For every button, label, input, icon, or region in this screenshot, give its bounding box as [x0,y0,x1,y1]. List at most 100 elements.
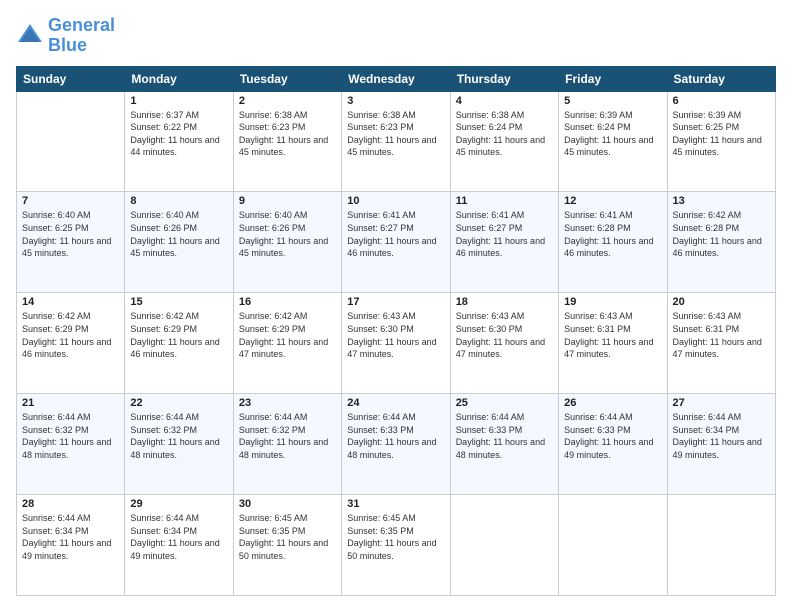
sunrise-label: Sunrise: 6:43 AM [673,311,742,321]
cell-content: Sunrise: 6:45 AM Sunset: 6:35 PM Dayligh… [239,512,336,562]
daylight-label: Daylight: 11 hours and 49 minutes. [564,437,653,460]
sunrise-label: Sunrise: 6:44 AM [22,412,91,422]
daylight-label: Daylight: 11 hours and 46 minutes. [130,337,219,360]
calendar-cell: 8 Sunrise: 6:40 AM Sunset: 6:26 PM Dayli… [125,192,233,293]
cell-content: Sunrise: 6:44 AM Sunset: 6:34 PM Dayligh… [130,512,227,562]
calendar-cell: 2 Sunrise: 6:38 AM Sunset: 6:23 PM Dayli… [233,91,341,192]
sunset-label: Sunset: 6:33 PM [564,425,631,435]
sunset-label: Sunset: 6:25 PM [673,122,740,132]
calendar-cell: 11 Sunrise: 6:41 AM Sunset: 6:27 PM Dayl… [450,192,558,293]
daylight-label: Daylight: 11 hours and 44 minutes. [130,135,219,158]
cell-content: Sunrise: 6:37 AM Sunset: 6:22 PM Dayligh… [130,109,227,159]
cell-content: Sunrise: 6:41 AM Sunset: 6:28 PM Dayligh… [564,209,661,259]
sunrise-label: Sunrise: 6:44 AM [347,412,416,422]
sunset-label: Sunset: 6:22 PM [130,122,197,132]
sunrise-label: Sunrise: 6:44 AM [130,412,199,422]
sunrise-label: Sunrise: 6:45 AM [347,513,416,523]
calendar-cell: 19 Sunrise: 6:43 AM Sunset: 6:31 PM Dayl… [559,293,667,394]
cell-content: Sunrise: 6:44 AM Sunset: 6:32 PM Dayligh… [239,411,336,461]
sunrise-label: Sunrise: 6:37 AM [130,110,199,120]
cell-content: Sunrise: 6:39 AM Sunset: 6:24 PM Dayligh… [564,109,661,159]
sunrise-label: Sunrise: 6:43 AM [564,311,633,321]
weekday-header-row: SundayMondayTuesdayWednesdayThursdayFrid… [17,66,776,91]
sunset-label: Sunset: 6:27 PM [347,223,414,233]
day-number: 18 [456,296,553,308]
week-row-3: 14 Sunrise: 6:42 AM Sunset: 6:29 PM Dayl… [17,293,776,394]
sunset-label: Sunset: 6:31 PM [564,324,631,334]
sunset-label: Sunset: 6:25 PM [22,223,89,233]
day-number: 13 [673,195,770,207]
calendar-cell: 30 Sunrise: 6:45 AM Sunset: 6:35 PM Dayl… [233,495,341,596]
cell-content: Sunrise: 6:41 AM Sunset: 6:27 PM Dayligh… [456,209,553,259]
day-number: 9 [239,195,336,207]
day-number: 3 [347,95,444,107]
day-number: 22 [130,397,227,409]
sunrise-label: Sunrise: 6:41 AM [347,210,416,220]
calendar-cell: 9 Sunrise: 6:40 AM Sunset: 6:26 PM Dayli… [233,192,341,293]
cell-content: Sunrise: 6:38 AM Sunset: 6:23 PM Dayligh… [239,109,336,159]
daylight-label: Daylight: 11 hours and 47 minutes. [673,337,762,360]
day-number: 10 [347,195,444,207]
day-number: 26 [564,397,661,409]
sunrise-label: Sunrise: 6:39 AM [673,110,742,120]
daylight-label: Daylight: 11 hours and 48 minutes. [22,437,111,460]
cell-content: Sunrise: 6:43 AM Sunset: 6:31 PM Dayligh… [564,310,661,360]
weekday-header-sunday: Sunday [17,66,125,91]
cell-content: Sunrise: 6:43 AM Sunset: 6:30 PM Dayligh… [456,310,553,360]
day-number: 30 [239,498,336,510]
cell-content: Sunrise: 6:44 AM Sunset: 6:32 PM Dayligh… [130,411,227,461]
daylight-label: Daylight: 11 hours and 45 minutes. [347,135,436,158]
daylight-label: Daylight: 11 hours and 49 minutes. [130,538,219,561]
sunrise-label: Sunrise: 6:41 AM [456,210,525,220]
sunset-label: Sunset: 6:34 PM [22,526,89,536]
weekday-header-monday: Monday [125,66,233,91]
calendar-cell: 3 Sunrise: 6:38 AM Sunset: 6:23 PM Dayli… [342,91,450,192]
calendar-cell [559,495,667,596]
cell-content: Sunrise: 6:44 AM Sunset: 6:34 PM Dayligh… [22,512,119,562]
week-row-2: 7 Sunrise: 6:40 AM Sunset: 6:25 PM Dayli… [17,192,776,293]
day-number: 20 [673,296,770,308]
sunrise-label: Sunrise: 6:40 AM [130,210,199,220]
cell-content: Sunrise: 6:44 AM Sunset: 6:32 PM Dayligh… [22,411,119,461]
sunrise-label: Sunrise: 6:44 AM [22,513,91,523]
cell-content: Sunrise: 6:43 AM Sunset: 6:31 PM Dayligh… [673,310,770,360]
sunrise-label: Sunrise: 6:38 AM [456,110,525,120]
cell-content: Sunrise: 6:44 AM Sunset: 6:34 PM Dayligh… [673,411,770,461]
calendar-cell [17,91,125,192]
sunset-label: Sunset: 6:33 PM [347,425,414,435]
sunrise-label: Sunrise: 6:44 AM [564,412,633,422]
sunset-label: Sunset: 6:32 PM [239,425,306,435]
day-number: 19 [564,296,661,308]
daylight-label: Daylight: 11 hours and 47 minutes. [456,337,545,360]
weekday-header-saturday: Saturday [667,66,775,91]
day-number: 7 [22,195,119,207]
day-number: 28 [22,498,119,510]
calendar-cell [450,495,558,596]
calendar-cell: 25 Sunrise: 6:44 AM Sunset: 6:33 PM Dayl… [450,394,558,495]
day-number: 17 [347,296,444,308]
sunrise-label: Sunrise: 6:39 AM [564,110,633,120]
weekday-header-wednesday: Wednesday [342,66,450,91]
cell-content: Sunrise: 6:40 AM Sunset: 6:26 PM Dayligh… [239,209,336,259]
sunrise-label: Sunrise: 6:44 AM [239,412,308,422]
calendar-cell: 21 Sunrise: 6:44 AM Sunset: 6:32 PM Dayl… [17,394,125,495]
sunset-label: Sunset: 6:28 PM [673,223,740,233]
day-number: 15 [130,296,227,308]
week-row-5: 28 Sunrise: 6:44 AM Sunset: 6:34 PM Dayl… [17,495,776,596]
sunrise-label: Sunrise: 6:41 AM [564,210,633,220]
sunrise-label: Sunrise: 6:44 AM [130,513,199,523]
cell-content: Sunrise: 6:40 AM Sunset: 6:25 PM Dayligh… [22,209,119,259]
daylight-label: Daylight: 11 hours and 48 minutes. [239,437,328,460]
cell-content: Sunrise: 6:44 AM Sunset: 6:33 PM Dayligh… [347,411,444,461]
sunrise-label: Sunrise: 6:40 AM [239,210,308,220]
cell-content: Sunrise: 6:44 AM Sunset: 6:33 PM Dayligh… [564,411,661,461]
sunrise-label: Sunrise: 6:40 AM [22,210,91,220]
day-number: 27 [673,397,770,409]
daylight-label: Daylight: 11 hours and 48 minutes. [456,437,545,460]
calendar-cell: 27 Sunrise: 6:44 AM Sunset: 6:34 PM Dayl… [667,394,775,495]
day-number: 14 [22,296,119,308]
daylight-label: Daylight: 11 hours and 45 minutes. [564,135,653,158]
daylight-label: Daylight: 11 hours and 47 minutes. [347,337,436,360]
page: General Blue SundayMondayTuesdayWednesda… [0,0,792,612]
day-number: 24 [347,397,444,409]
